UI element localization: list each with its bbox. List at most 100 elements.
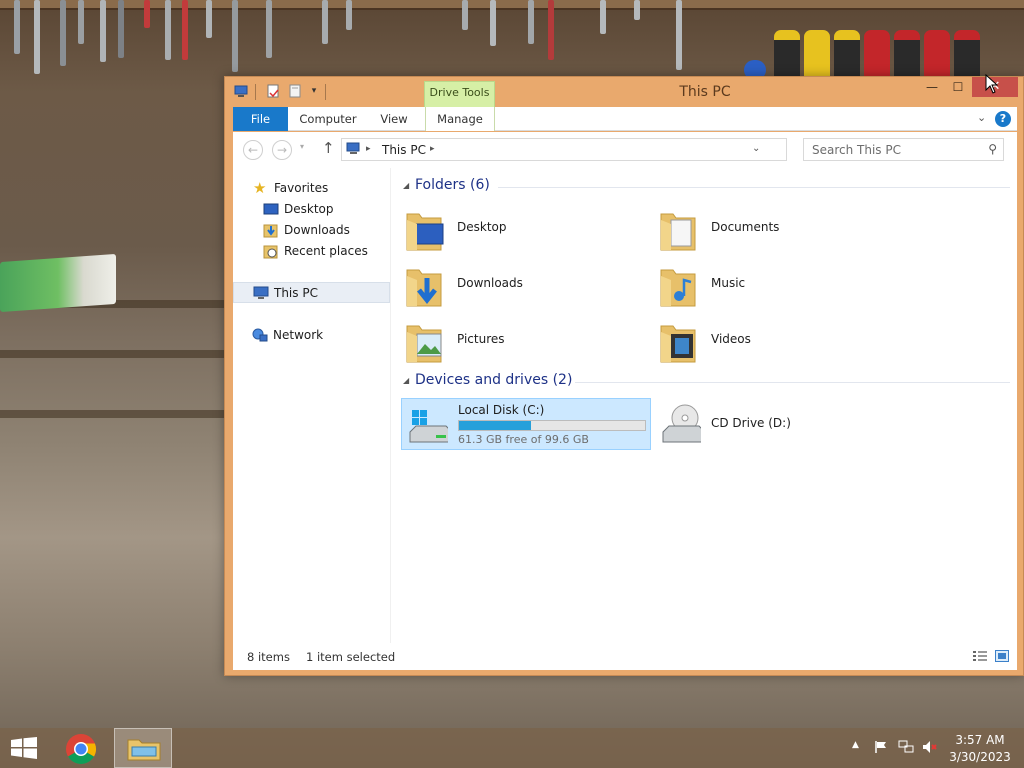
documents-folder-icon: [660, 213, 696, 251]
chrome-icon: [66, 734, 96, 765]
network-tray-icon[interactable]: [898, 740, 914, 754]
wallpaper-tool: [60, 0, 66, 66]
wallpaper-shelf: [0, 0, 1024, 10]
wallpaper-tool: [490, 0, 496, 46]
group-divider: [575, 382, 1010, 383]
wallpaper-screwdriver-handle: [864, 30, 890, 80]
this-pc-icon: [253, 286, 269, 299]
wallpaper-tool: [634, 0, 640, 20]
drive-label: CD Drive (D:): [711, 416, 791, 430]
breadcrumb-chevron-icon[interactable]: ▸: [366, 144, 371, 154]
up-arrow-icon[interactable]: ↑: [322, 139, 335, 157]
sidebar-item-network[interactable]: Network: [233, 325, 390, 346]
show-hidden-icons-chevron-icon[interactable]: ▲: [852, 740, 859, 750]
details-view-icon[interactable]: [973, 650, 987, 662]
sidebar-item-this-pc[interactable]: This PC: [233, 282, 390, 303]
tab-computer[interactable]: Computer: [293, 107, 363, 131]
folder-downloads[interactable]: Downloads: [401, 258, 651, 310]
ribbon-tab-bar: File Computer View Manage ⌄ ?: [233, 107, 1017, 131]
maximize-button[interactable]: ☐: [945, 77, 971, 97]
mouse-cursor-icon: [985, 74, 999, 94]
start-button[interactable]: [0, 728, 48, 768]
drive-label: Local Disk (C:): [458, 403, 545, 417]
drive-local-disk-c[interactable]: Local Disk (C:) 61.3 GB free of 99.6 GB: [401, 398, 651, 450]
folder-label: Downloads: [457, 276, 523, 290]
file-explorer-taskbar-button[interactable]: [114, 728, 172, 768]
drive-cd-drive-d[interactable]: CD Drive (D:): [655, 398, 905, 450]
drive-free-space: 61.3 GB free of 99.6 GB: [458, 433, 589, 446]
desktop-folder-icon: [406, 213, 444, 251]
wallpaper-screwdriver-handle: [804, 30, 830, 80]
expand-ribbon-chevron-icon[interactable]: ⌄: [977, 111, 986, 124]
sidebar-item-desktop[interactable]: Desktop: [233, 199, 390, 220]
file-explorer-icon: [127, 739, 161, 761]
folder-label: Documents: [711, 220, 780, 234]
status-bar: 8 items 1 item selected: [233, 643, 1017, 670]
action-center-flag-icon[interactable]: [874, 740, 888, 754]
network-icon: [252, 328, 268, 342]
large-icons-view-icon[interactable]: [995, 650, 1009, 662]
forward-arrow-icon[interactable]: →: [272, 140, 292, 160]
chrome-taskbar-button[interactable]: [58, 728, 106, 768]
sidebar-item-label: Desktop: [284, 202, 334, 216]
breadcrumb-this-pc[interactable]: This PC: [382, 143, 426, 157]
tab-file[interactable]: File: [233, 107, 288, 131]
downloads-icon: [263, 224, 278, 238]
wallpaper-tool: [118, 0, 124, 58]
sidebar-item-label: Recent places: [284, 244, 368, 258]
search-placeholder: Search This PC: [812, 143, 901, 157]
folders-group-header[interactable]: ◢ Folders (6): [403, 177, 1010, 197]
volume-muted-icon[interactable]: [922, 740, 938, 754]
wallpaper-screwdriver-handle: [954, 30, 980, 80]
help-icon[interactable]: ?: [995, 111, 1011, 127]
folder-desktop[interactable]: Desktop: [401, 202, 651, 254]
wallpaper-tool: [182, 0, 188, 60]
folder-pictures[interactable]: Pictures: [401, 314, 651, 366]
wallpaper-tool: [78, 0, 84, 44]
wallpaper-tool: [600, 0, 606, 34]
title-bar[interactable]: ▾ Drive Tools This PC — ☐ ✕: [225, 77, 1024, 107]
wallpaper-shelf-band: [0, 350, 230, 358]
sidebar-item-recent-places[interactable]: Recent places: [233, 241, 390, 262]
explorer-window: ▾ Drive Tools This PC — ☐ ✕ File Compute…: [224, 76, 1024, 676]
clock-time[interactable]: 3:57 AM: [950, 733, 1010, 747]
tab-view[interactable]: View: [369, 107, 419, 131]
pictures-folder-icon: [406, 325, 442, 363]
address-bar[interactable]: ▸ This PC ▸ ⌄ ↻: [341, 138, 891, 161]
wallpaper-tool: [206, 0, 212, 38]
videos-folder-icon: [660, 325, 696, 363]
recent-places-icon: [263, 245, 278, 259]
selection-count: 1 item selected: [306, 650, 396, 664]
address-history-chevron-icon[interactable]: ⌄: [752, 143, 760, 154]
wallpaper-tool: [322, 0, 328, 44]
taskbar: ▲ 3:57 AM 3/30/2023: [0, 728, 1024, 768]
window-title: This PC: [679, 84, 731, 100]
star-icon: ★: [253, 179, 267, 197]
cd-drive-icon: [662, 404, 701, 443]
minimize-button[interactable]: —: [919, 77, 945, 97]
folder-label: Desktop: [457, 220, 507, 234]
collapse-group-chevron-icon[interactable]: ◢: [403, 376, 409, 385]
folder-music[interactable]: Music: [655, 258, 905, 310]
recent-locations-chevron-icon[interactable]: ▾: [300, 142, 304, 151]
search-input[interactable]: Search This PC ⚲: [803, 138, 1004, 161]
sidebar-item-downloads[interactable]: Downloads: [233, 220, 390, 241]
wallpaper-package: [0, 253, 116, 313]
back-arrow-icon[interactable]: ←: [243, 140, 263, 160]
breadcrumb-chevron-icon[interactable]: ▸: [430, 144, 435, 154]
sidebar-item-label: Favorites: [274, 181, 329, 195]
folder-videos[interactable]: Videos: [655, 314, 905, 366]
folder-documents[interactable]: Documents: [655, 202, 905, 254]
wallpaper-screwdriver-handle: [774, 30, 800, 80]
search-icon[interactable]: ⚲: [988, 142, 997, 156]
tab-manage[interactable]: Manage: [425, 107, 495, 131]
collapse-group-chevron-icon[interactable]: ◢: [403, 181, 409, 190]
clock-date[interactable]: 3/30/2023: [945, 750, 1015, 764]
drives-group-header[interactable]: ◢ Devices and drives (2): [403, 372, 1010, 392]
sidebar-item-label: This PC: [274, 286, 318, 300]
hard-drive-icon: [409, 410, 448, 443]
sidebar-item-favorites[interactable]: ★ Favorites: [233, 178, 390, 199]
wallpaper-screwdriver-handle: [894, 30, 920, 80]
music-folder-icon: [660, 269, 696, 307]
wallpaper-tool: [232, 0, 238, 72]
